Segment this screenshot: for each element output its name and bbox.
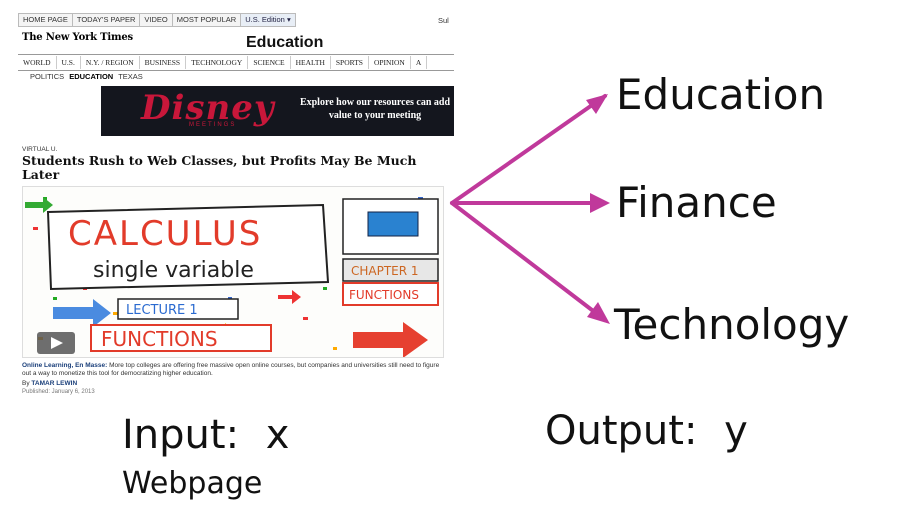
input-label: Input: xyxy=(122,412,240,458)
calculus-title: CALCULUS xyxy=(68,214,262,254)
output-label-technology: Technology xyxy=(614,300,850,349)
byline-prefix: By xyxy=(22,380,30,387)
sub-nav-education[interactable]: EDUCATION xyxy=(69,72,113,81)
arrow-to-technology xyxy=(450,201,607,322)
section-title: Education xyxy=(246,34,324,51)
section-nav-health[interactable]: HEALTH xyxy=(291,56,331,69)
article-image[interactable]: CALCULUS single variable CHAPTER 1 FUNCT… xyxy=(22,186,444,358)
arrowhead-technology xyxy=(587,302,610,324)
article-headline[interactable]: Students Rush to Web Classes, but Profit… xyxy=(22,154,442,182)
section-nav-arts[interactable]: A xyxy=(411,56,428,69)
sub-nav: POLITICS EDUCATION TEXAS xyxy=(30,72,143,81)
top-nav-most-popular[interactable]: MOST POPULAR xyxy=(171,13,241,27)
input-description: Webpage xyxy=(122,466,263,501)
calculus-illustration: CALCULUS single variable CHAPTER 1 FUNCT… xyxy=(25,197,439,357)
output-caption: Output: y xyxy=(545,408,748,454)
section-nav: WORLD U.S. N.Y. / REGION BUSINESS TECHNO… xyxy=(18,54,454,71)
arrowhead-education xyxy=(586,94,608,114)
section-nav-world[interactable]: WORLD xyxy=(18,56,57,69)
output-label: Output: xyxy=(545,408,698,454)
section-nav-business[interactable]: BUSINESS xyxy=(140,56,187,69)
byline: By TAMAR LEWIN xyxy=(22,380,77,387)
top-nav-todays-paper[interactable]: TODAY'S PAPER xyxy=(71,13,140,27)
summary-lead[interactable]: Online Learning, En Masse: xyxy=(22,362,107,369)
article-kicker: VIRTUAL U. xyxy=(22,146,58,153)
section-nav-technology[interactable]: TECHNOLOGY xyxy=(186,56,249,69)
play-icon[interactable] xyxy=(37,332,75,354)
chapter-topic: FUNCTIONS xyxy=(349,288,419,302)
section-nav-opinion[interactable]: OPINION xyxy=(369,56,411,69)
advertisement-banner[interactable]: Disney MEETINGS Explore how our resource… xyxy=(101,86,454,136)
lecture-topic: FUNCTIONS xyxy=(101,327,218,351)
input-variable: x xyxy=(265,412,290,458)
top-nav: HOME PAGE TODAY'S PAPER VIDEO MOST POPUL… xyxy=(18,13,449,27)
section-nav-us[interactable]: U.S. xyxy=(57,56,81,69)
section-nav-ny-region[interactable]: N.Y. / REGION xyxy=(81,56,140,69)
input-caption: Input: x xyxy=(122,412,289,458)
arrow-to-education xyxy=(450,94,607,205)
sub-nav-politics[interactable]: POLITICS xyxy=(30,72,64,81)
author-link[interactable]: TAMAR LEWIN xyxy=(31,380,77,387)
output-label-finance: Finance xyxy=(616,178,777,227)
section-nav-sports[interactable]: SPORTS xyxy=(331,56,369,69)
edition-dropdown[interactable]: U.S. Edition ▾ xyxy=(240,13,296,27)
ad-brand-sub: MEETINGS xyxy=(189,122,237,128)
site-logo[interactable]: The New York Times xyxy=(22,32,133,43)
classification-arrows xyxy=(450,94,610,324)
lecture-label: LECTURE 1 xyxy=(126,303,198,318)
webpage-screenshot: HOME PAGE TODAY'S PAPER VIDEO MOST POPUL… xyxy=(18,10,454,395)
top-nav-home[interactable]: HOME PAGE xyxy=(18,13,72,27)
sub-nav-texas[interactable]: TEXAS xyxy=(118,72,143,81)
top-nav-video[interactable]: VIDEO xyxy=(139,13,172,27)
output-variable: y xyxy=(724,408,748,454)
edition-label: U.S. Edition xyxy=(245,15,285,24)
chapter-label: CHAPTER 1 xyxy=(351,264,419,278)
published-date: Published: January 6, 2013 xyxy=(22,389,95,395)
arrow-group xyxy=(450,94,610,324)
subscribe-link[interactable]: Sul xyxy=(438,16,449,25)
article-summary: Online Learning, En Masse: More top coll… xyxy=(22,362,442,378)
blue-box-shape xyxy=(367,211,419,237)
calculus-subtitle: single variable xyxy=(93,258,254,283)
section-nav-science[interactable]: SCIENCE xyxy=(248,56,291,69)
chevron-down-icon: ▾ xyxy=(286,15,291,24)
ad-message: Explore how our resources can add value … xyxy=(299,97,451,121)
arrowhead-finance xyxy=(590,193,610,213)
output-label-education: Education xyxy=(616,70,826,119)
